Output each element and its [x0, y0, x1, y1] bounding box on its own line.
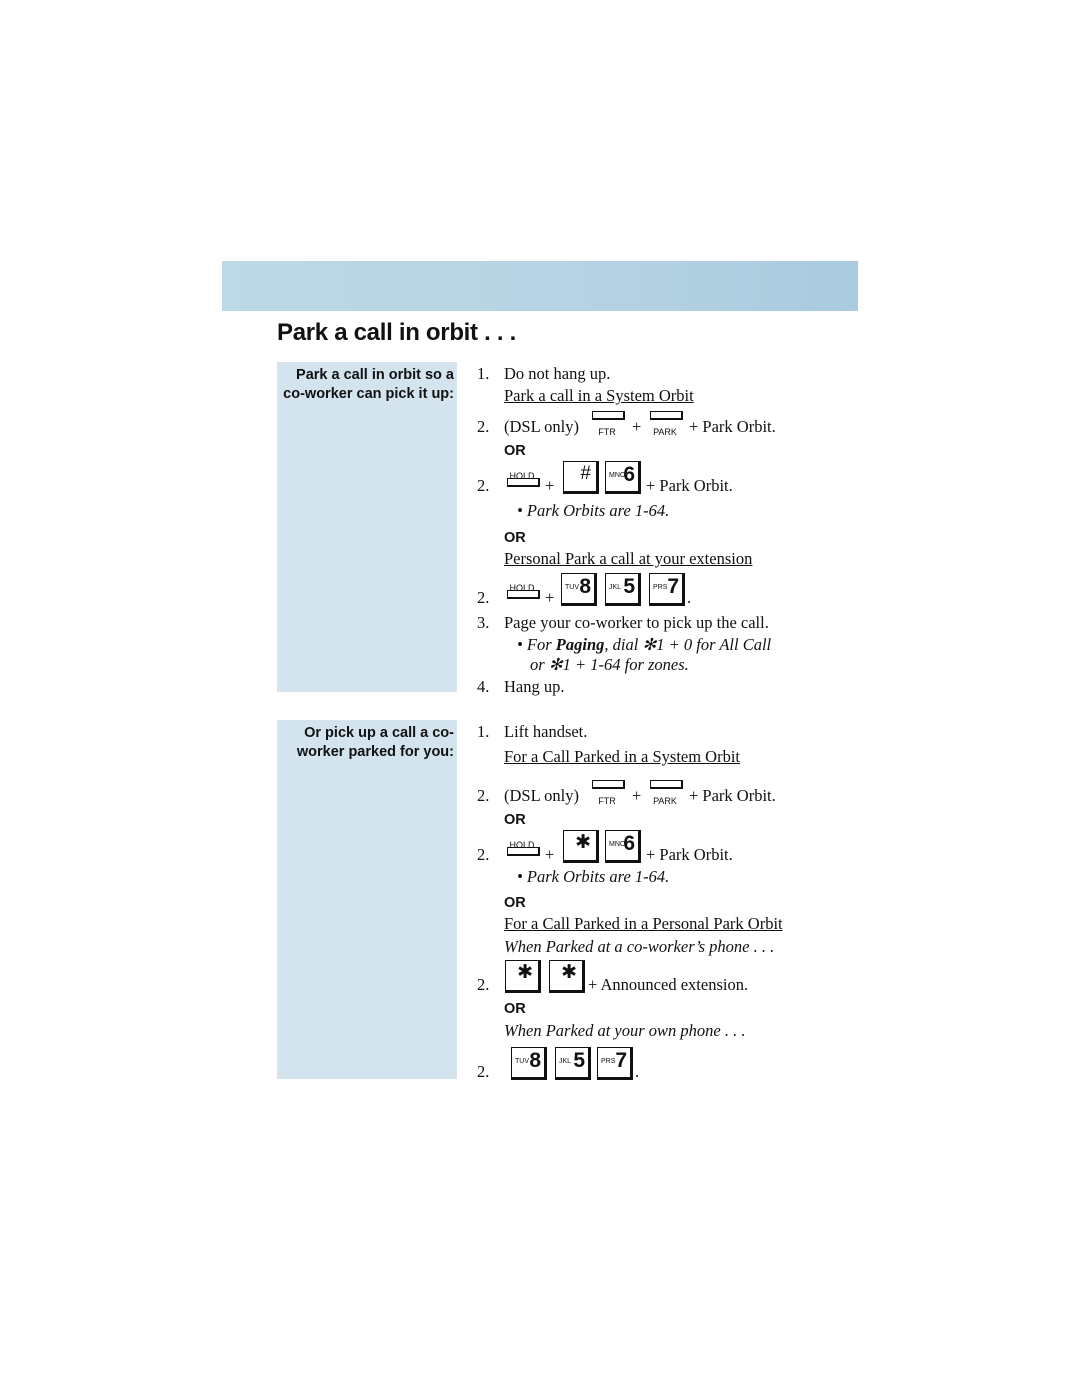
mno-6-key: MNO 6	[605, 830, 641, 863]
sidebar-pickup-call: Or pick up a call a co-worker parked for…	[277, 720, 457, 1079]
star-key: ✱	[505, 960, 541, 993]
sidebar-park-call: Park a call in orbit so a co-worker can …	[277, 362, 457, 692]
tuv-8-key: TUV 8	[511, 1047, 547, 1080]
star-key: ✱	[549, 960, 585, 993]
jkl-5-key: JKL 5	[605, 573, 641, 606]
park-key: PARK	[647, 411, 683, 437]
mno-6-key: MNO 6	[605, 461, 641, 494]
tuv-8-key: TUV 8	[561, 573, 597, 606]
hold-key: HOLD	[504, 466, 540, 488]
hold-key: HOLD	[504, 835, 540, 857]
park-key: PARK	[647, 780, 683, 806]
prs-7-key: PRS 7	[597, 1047, 633, 1080]
sidebar-label: Park a call in orbit so a co-worker can …	[283, 367, 454, 402]
hash-key: #	[563, 461, 599, 494]
sidebar-label: Or pick up a call a co-worker parked for…	[296, 725, 454, 760]
ftr-key: FTR	[589, 411, 625, 437]
ftr-key: FTR	[589, 780, 625, 806]
header-banner	[222, 261, 858, 311]
jkl-5-key: JKL 5	[555, 1047, 591, 1080]
prs-7-key: PRS 7	[649, 573, 685, 606]
star-key: ✱	[563, 830, 599, 863]
page-title: Park a call in orbit . . .	[277, 319, 516, 346]
hold-key: HOLD	[504, 578, 540, 600]
